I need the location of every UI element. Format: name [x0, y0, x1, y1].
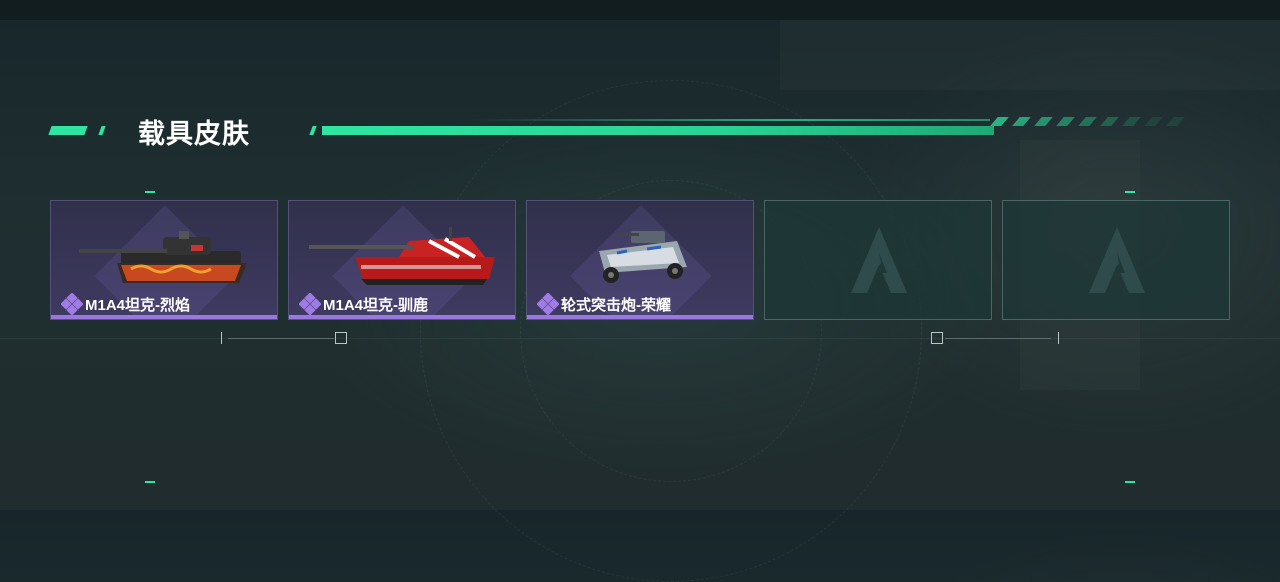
background-building — [780, 20, 1280, 90]
skin-card[interactable]: M1A4坦克-驯鹿 — [288, 200, 516, 320]
corner-mark — [145, 481, 155, 483]
checker-stripe — [1067, 126, 1086, 135]
checker-stripe — [1177, 126, 1196, 135]
corner-mark — [1125, 481, 1135, 483]
checker-stripe — [1001, 126, 1020, 135]
game-logo-icon — [851, 227, 907, 293]
purple-diamond-icon — [537, 293, 559, 315]
header-progress-bar — [322, 126, 994, 135]
checker-stripe — [1100, 117, 1119, 126]
checker-stripe — [1133, 126, 1152, 135]
checker-stripe — [1056, 117, 1075, 126]
checker-stripe — [1012, 117, 1031, 126]
checker-stripe — [1023, 126, 1042, 135]
corner-mark — [1125, 191, 1135, 193]
checker-stripe — [1144, 117, 1163, 126]
purple-diamond-icon — [61, 293, 83, 315]
scroll-left-handle[interactable] — [335, 332, 347, 344]
empty-skin-slot[interactable] — [764, 200, 992, 320]
header-checker-stripes — [990, 117, 1200, 135]
timeline-line — [228, 338, 334, 339]
checker-stripe — [1034, 117, 1053, 126]
timeline-line — [0, 338, 1280, 339]
checker-stripe — [990, 117, 1009, 126]
section-title: 载具皮肤 — [138, 119, 250, 149]
skin-card[interactable]: M1A4坦克-烈焰 — [50, 200, 278, 320]
header-thin-line — [470, 119, 990, 121]
corner-mark — [145, 191, 155, 193]
header-accent-tick — [98, 126, 106, 135]
empty-skin-slot[interactable] — [1002, 200, 1230, 320]
checker-stripe — [1089, 126, 1108, 135]
timeline-marker — [1058, 332, 1059, 344]
scroll-right-handle[interactable] — [931, 332, 943, 344]
checker-stripe — [1155, 126, 1174, 135]
game-logo-icon — [1089, 227, 1145, 293]
checker-stripe — [1122, 117, 1141, 126]
checker-stripe — [1045, 126, 1064, 135]
skin-card-name: M1A4坦克-驯鹿 — [323, 297, 429, 314]
top-bar — [0, 0, 1280, 20]
header-accent-bar — [48, 126, 88, 135]
timeline-line — [945, 338, 1051, 339]
skin-card-name: M1A4坦克-烈焰 — [85, 297, 191, 314]
skin-card-name: 轮式突击炮-荣耀 — [561, 297, 671, 314]
skin-card[interactable]: 轮式突击炮-荣耀 — [526, 200, 754, 320]
timeline-marker — [221, 332, 222, 344]
checker-stripe — [1166, 117, 1185, 126]
checker-stripe — [1078, 117, 1097, 126]
header-accent-tick — [309, 126, 317, 135]
purple-diamond-icon — [299, 293, 321, 315]
checker-stripe — [1111, 126, 1130, 135]
